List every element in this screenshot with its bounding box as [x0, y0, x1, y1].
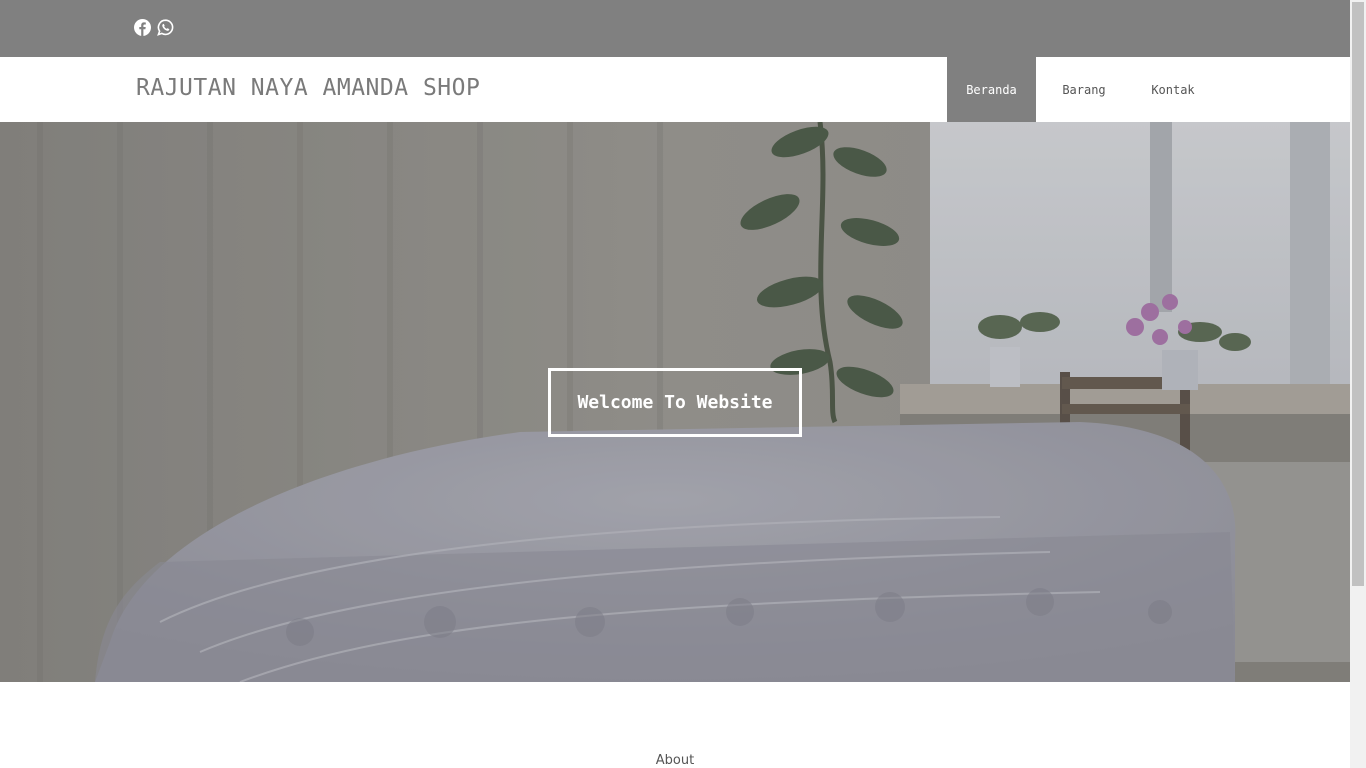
whatsapp-link[interactable]	[157, 19, 174, 36]
facebook-link[interactable]	[134, 19, 151, 36]
welcome-button[interactable]: Welcome To Website	[548, 368, 802, 437]
page-scrollbar[interactable]	[1350, 0, 1366, 768]
facebook-icon	[134, 19, 151, 36]
about-heading: About	[655, 753, 695, 768]
nav-item-kontak[interactable]: Kontak	[1132, 57, 1214, 122]
nav-item-barang[interactable]: Barang	[1036, 57, 1132, 122]
social-bar	[0, 0, 1350, 57]
page: RAJUTAN NAYA AMANDA SHOP Beranda Barang …	[0, 0, 1366, 768]
scrollbar-thumb[interactable]	[1352, 2, 1364, 586]
hero-banner: Welcome To Website	[0, 122, 1350, 682]
whatsapp-icon	[157, 19, 174, 36]
social-links	[134, 19, 174, 36]
main-nav: Beranda Barang Kontak	[947, 57, 1214, 122]
brand-logo[interactable]: RAJUTAN NAYA AMANDA SHOP	[136, 73, 480, 103]
nav-item-beranda[interactable]: Beranda	[947, 57, 1036, 122]
navbar: RAJUTAN NAYA AMANDA SHOP Beranda Barang …	[0, 57, 1350, 122]
about-section: About	[0, 682, 1350, 768]
